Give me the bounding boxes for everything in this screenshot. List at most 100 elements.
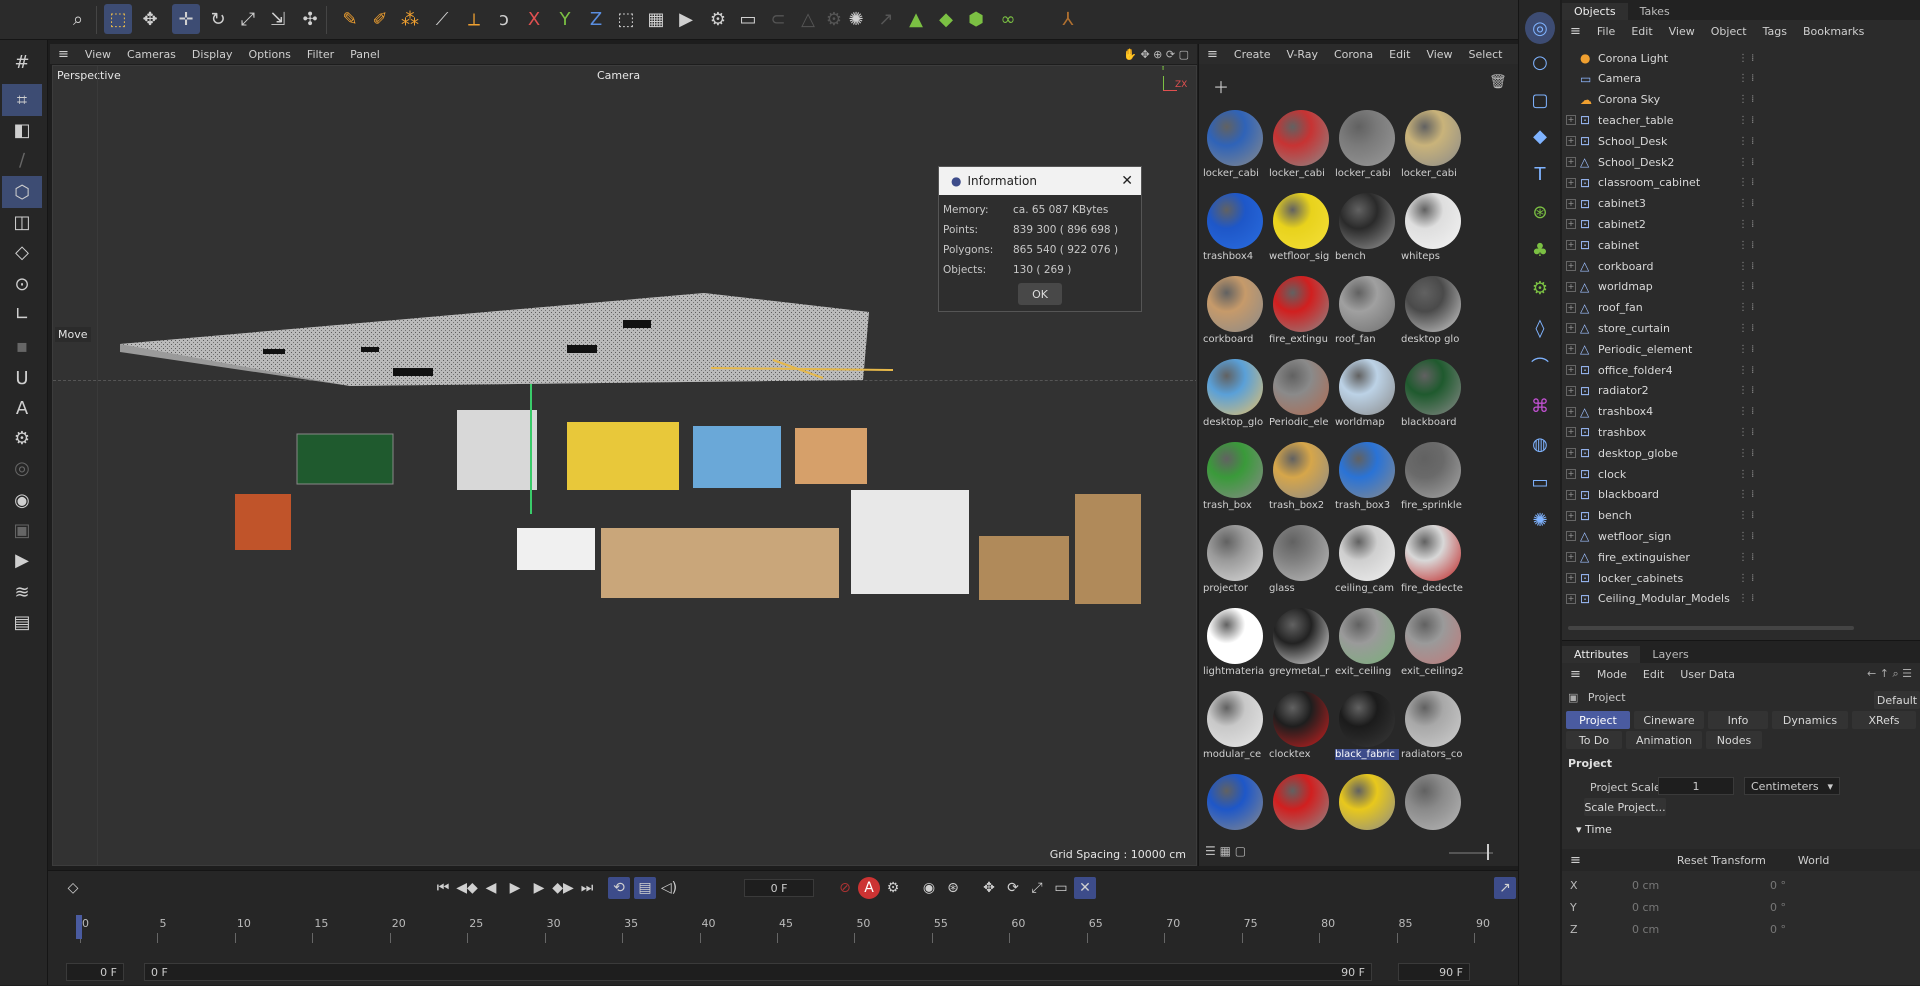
visibility-dots-icon[interactable]: ⋮ ⁞ bbox=[1738, 157, 1754, 168]
expand-icon[interactable]: + bbox=[1566, 261, 1576, 271]
tab-layers[interactable]: Layers bbox=[1640, 646, 1700, 663]
subtab-xrefs[interactable]: XRefs bbox=[1852, 711, 1916, 729]
viewport-menu-cameras[interactable]: Cameras bbox=[119, 48, 184, 61]
field-icon[interactable]: ⌘ bbox=[1525, 390, 1555, 422]
attr-menu-mode[interactable]: Mode bbox=[1589, 668, 1635, 681]
visibility-dots-icon[interactable]: ⋮ ⁞ bbox=[1738, 531, 1754, 542]
attr-menu-edit[interactable]: Edit bbox=[1635, 668, 1672, 681]
zoom-slider-handle[interactable] bbox=[1487, 844, 1489, 860]
time-section[interactable]: ▾ Time bbox=[1576, 823, 1612, 836]
model-mode-icon[interactable]: ⬡ bbox=[2, 176, 42, 208]
material-swatch[interactable]: wetfloor_sig bbox=[1269, 189, 1333, 269]
expand-icon[interactable]: + bbox=[1566, 344, 1576, 355]
coord-rotation-field[interactable]: 0 ° bbox=[1770, 923, 1786, 936]
camera-tool-icon[interactable]: ▭ bbox=[1525, 466, 1555, 498]
object-row[interactable]: + ⊡ radiator2 ⋮ ⁞ bbox=[1562, 381, 1920, 401]
expand-icon[interactable]: + bbox=[1566, 323, 1576, 334]
visibility-dots-icon[interactable]: ⋮ ⁞ bbox=[1738, 115, 1754, 126]
expand-icon[interactable]: + bbox=[1566, 427, 1576, 438]
workplane-icon[interactable]: ⌗ bbox=[2, 84, 42, 116]
material-swatch[interactable]: trashbox4 bbox=[1203, 189, 1267, 269]
subtab-animation[interactable]: Animation bbox=[1626, 731, 1702, 749]
preset-default[interactable]: Default bbox=[1874, 691, 1920, 709]
x-axis-icon[interactable]: X bbox=[520, 4, 548, 34]
warning-icon[interactable]: △ bbox=[794, 4, 822, 34]
subtab-cineware[interactable]: Cineware bbox=[1634, 711, 1704, 729]
material-swatch[interactable]: desktop glo bbox=[1401, 272, 1465, 352]
expand-icon[interactable]: + bbox=[1566, 593, 1576, 604]
coord-position-field[interactable]: 0 cm bbox=[1632, 923, 1659, 936]
snap-icon[interactable]: ◧ bbox=[2, 114, 42, 146]
visibility-dots-icon[interactable]: ⋮ ⁞ bbox=[1738, 593, 1754, 604]
object-row[interactable]: ● Corona Light ⋮ ⁞ bbox=[1562, 48, 1920, 68]
material-swatch[interactable]: lightmateria bbox=[1203, 604, 1267, 684]
grid-icon[interactable]: # bbox=[2, 46, 42, 78]
spline-tools-icon[interactable]: ⁂ bbox=[396, 4, 424, 34]
expand-icon[interactable]: + bbox=[1566, 302, 1576, 313]
spline-pen-icon[interactable]: ✎ bbox=[336, 4, 364, 34]
material-swatch[interactable]: bench bbox=[1335, 189, 1399, 269]
material-swatch[interactable]: glass bbox=[1269, 521, 1333, 601]
clapboard-icon[interactable]: ▦ bbox=[642, 4, 670, 34]
expand-icon[interactable]: + bbox=[1566, 219, 1576, 230]
tri-icon[interactable]: ▲ bbox=[902, 4, 930, 34]
light-icon[interactable]: ✺ bbox=[1525, 504, 1555, 536]
coordinate-system-icon[interactable]: ⬚ bbox=[612, 4, 640, 34]
object-row[interactable]: + ⊡ cabinet2 ⋮ ⁞ bbox=[1562, 214, 1920, 234]
mat-menu-select[interactable]: Select bbox=[1461, 48, 1511, 61]
visibility-dots-icon[interactable]: ⋮ ⁞ bbox=[1738, 406, 1754, 417]
magnet-icon[interactable]: U bbox=[2, 362, 42, 394]
visibility-dots-icon[interactable]: ⋮ ⁞ bbox=[1738, 365, 1754, 376]
material-swatch[interactable]: Periodic_ele bbox=[1269, 355, 1333, 435]
expand-icon[interactable]: + bbox=[1566, 489, 1576, 500]
playhead[interactable] bbox=[76, 915, 82, 939]
mat-menu-create[interactable]: Create bbox=[1226, 48, 1279, 61]
mat-menu-corona[interactable]: Corona bbox=[1326, 48, 1381, 61]
folder-icon[interactable]: ▤ bbox=[2, 606, 42, 638]
hamburger-icon[interactable]: ≡ bbox=[1562, 667, 1589, 682]
expand-icon[interactable]: + bbox=[1566, 531, 1576, 542]
material-swatch[interactable] bbox=[1269, 770, 1333, 850]
text-tool-icon[interactable]: T bbox=[1525, 158, 1555, 190]
mat-menu-edit[interactable]: Edit bbox=[1381, 48, 1418, 61]
render-queue-icon[interactable]: ▭ bbox=[734, 4, 762, 34]
rotate-icon[interactable]: ↻ bbox=[204, 4, 232, 34]
effector-icon[interactable]: ⚙ bbox=[1525, 272, 1555, 304]
object-row[interactable]: + △ Periodic_element ⋮ ⁞ bbox=[1562, 339, 1920, 359]
material-swatch[interactable]: corkboard bbox=[1203, 272, 1267, 352]
scale-project-button[interactable]: Scale Project... bbox=[1584, 798, 1666, 816]
scale-unit-select[interactable]: Centimeters ▾ bbox=[1744, 777, 1840, 795]
transform-icon[interactable]: ⇲ bbox=[264, 4, 292, 34]
scale-icon[interactable]: ⤢ bbox=[234, 4, 262, 34]
text-icon[interactable]: A bbox=[2, 392, 42, 424]
ok-button[interactable]: OK bbox=[1018, 283, 1062, 305]
coord-rotation-field[interactable]: 0 ° bbox=[1770, 879, 1786, 892]
expand-icon[interactable]: + bbox=[1566, 385, 1576, 396]
material-swatch[interactable]: trash_box2 bbox=[1269, 438, 1333, 518]
cinema4d-logo-icon[interactable]: ◎ bbox=[1525, 12, 1555, 44]
tab-attributes[interactable]: Attributes bbox=[1562, 646, 1641, 663]
visibility-dots-icon[interactable]: ⋮ ⁞ bbox=[1738, 489, 1754, 500]
material-swatch[interactable]: locker_cabi bbox=[1401, 106, 1465, 186]
object-row[interactable]: + △ School_Desk2 ⋮ ⁞ bbox=[1562, 152, 1920, 172]
visibility-dots-icon[interactable]: ⋮ ⁞ bbox=[1738, 219, 1754, 230]
coord-space-select[interactable]: World bbox=[1790, 854, 1838, 867]
visibility-dots-icon[interactable]: ⋮ ⁞ bbox=[1738, 344, 1754, 355]
expand-icon[interactable]: + bbox=[1566, 406, 1576, 417]
visibility-dots-icon[interactable]: ⋮ ⁞ bbox=[1738, 73, 1754, 84]
visibility-dots-icon[interactable]: ⋮ ⁞ bbox=[1738, 261, 1754, 272]
viewport-nav-icons[interactable]: ✋ ✥ ⊕ ⟳ ▢ bbox=[1115, 48, 1197, 61]
visibility-dots-icon[interactable]: ⋮ ⁞ bbox=[1738, 240, 1754, 251]
hamburger-icon[interactable]: ≡ bbox=[1562, 853, 1589, 868]
object-row[interactable]: + ⊡ trashbox ⋮ ⁞ bbox=[1562, 422, 1920, 442]
visibility-dots-icon[interactable]: ⋮ ⁞ bbox=[1738, 469, 1754, 480]
mograph-icon[interactable]: ♣ bbox=[1525, 234, 1555, 266]
obj-menu-tags[interactable]: Tags bbox=[1755, 25, 1795, 38]
deformer-icon[interactable]: ∞ bbox=[994, 4, 1022, 34]
viewport-menu-display[interactable]: Display bbox=[184, 48, 241, 61]
tab-takes[interactable]: Takes bbox=[1628, 3, 1682, 20]
hamburger-icon[interactable]: ≡ bbox=[1199, 47, 1226, 62]
gear-icon[interactable]: ⚙ bbox=[2, 422, 42, 454]
obj-menu-file[interactable]: File bbox=[1589, 25, 1623, 38]
viewport-menu-filter[interactable]: Filter bbox=[299, 48, 342, 61]
